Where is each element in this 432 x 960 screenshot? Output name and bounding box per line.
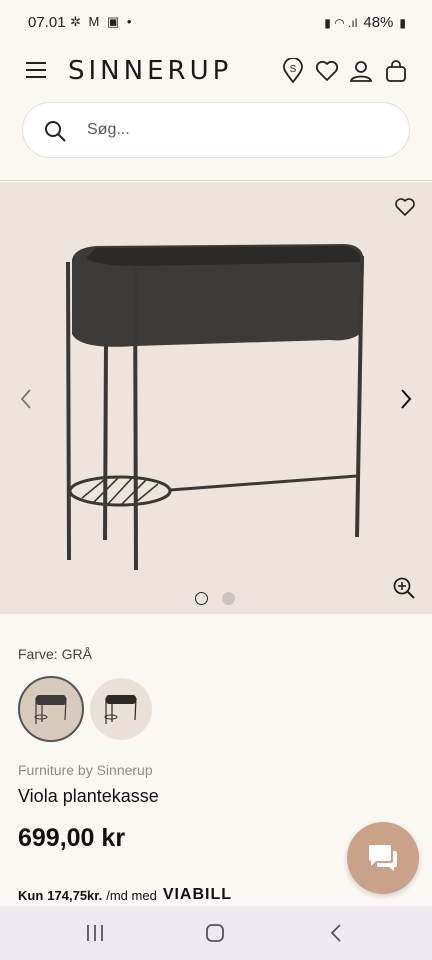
store-locator-icon[interactable]: S <box>280 58 306 84</box>
recent-apps-icon[interactable] <box>84 922 106 944</box>
swatch-thumbnail <box>34 695 67 724</box>
chat-button[interactable] <box>347 822 419 894</box>
home-icon[interactable] <box>204 922 226 944</box>
installment-amount: 174,75kr. <box>47 887 103 903</box>
system-nav-bar <box>0 906 432 960</box>
product-price: 699,00 kr <box>18 824 126 852</box>
chat-bubble-icon <box>369 845 397 871</box>
battery-icon: ▮ <box>399 15 406 30</box>
favorite-heart-icon[interactable] <box>394 196 416 218</box>
cart-bag-icon[interactable] <box>383 58 409 84</box>
color-swatch-selected[interactable] <box>18 676 84 742</box>
search-bar[interactable]: Søg... <box>22 102 410 158</box>
viabill-logo[interactable]: VIABILL <box>163 886 232 904</box>
status-time: 07.01 <box>28 14 66 31</box>
header-divider <box>0 180 432 181</box>
notification-icons: ✲ M ▣ • <box>70 14 134 29</box>
account-user-icon[interactable] <box>348 58 374 84</box>
pagination-dot[interactable] <box>222 592 235 605</box>
product-image[interactable] <box>0 182 432 614</box>
search-placeholder[interactable]: Søg... <box>87 121 130 139</box>
menu-button[interactable] <box>26 62 46 78</box>
back-icon[interactable] <box>326 922 348 944</box>
product-brand[interactable]: Furniture by Sinnerup <box>18 762 153 778</box>
product-gallery[interactable] <box>0 182 432 614</box>
chevron-right-icon[interactable] <box>398 388 414 410</box>
swatch-thumbnail <box>104 695 137 724</box>
site-logo[interactable]: SINNERUP <box>68 56 232 86</box>
search-icon <box>45 121 66 142</box>
product-name: Viola plantekasse <box>18 786 159 806</box>
installment-info: Kun 174,75kr. /md med VIABILL <box>18 886 232 904</box>
battery-level: 48% <box>363 14 394 31</box>
installment-prefix: Kun <box>18 887 44 903</box>
gallery-pagination <box>195 592 235 605</box>
site-header: SINNERUP S <box>0 44 432 100</box>
chevron-left-icon[interactable] <box>18 388 34 410</box>
wishlist-heart-icon[interactable] <box>314 58 340 84</box>
color-label: Farve: GRÅ <box>18 646 92 662</box>
svg-text:S: S <box>290 64 297 75</box>
status-bar: 07.01 ✲ M ▣ • ▮ ◠ .ıl 48% ▮ <box>0 0 432 40</box>
wifi-signal-icon: ▮ ◠ .ıl <box>324 15 358 30</box>
pagination-dot[interactable] <box>195 592 208 605</box>
status-right: ▮ ◠ .ıl 48% ▮ <box>324 14 406 31</box>
installment-suffix: /md med <box>106 887 157 903</box>
color-swatch[interactable] <box>90 678 152 740</box>
zoom-in-icon[interactable] <box>392 576 416 600</box>
